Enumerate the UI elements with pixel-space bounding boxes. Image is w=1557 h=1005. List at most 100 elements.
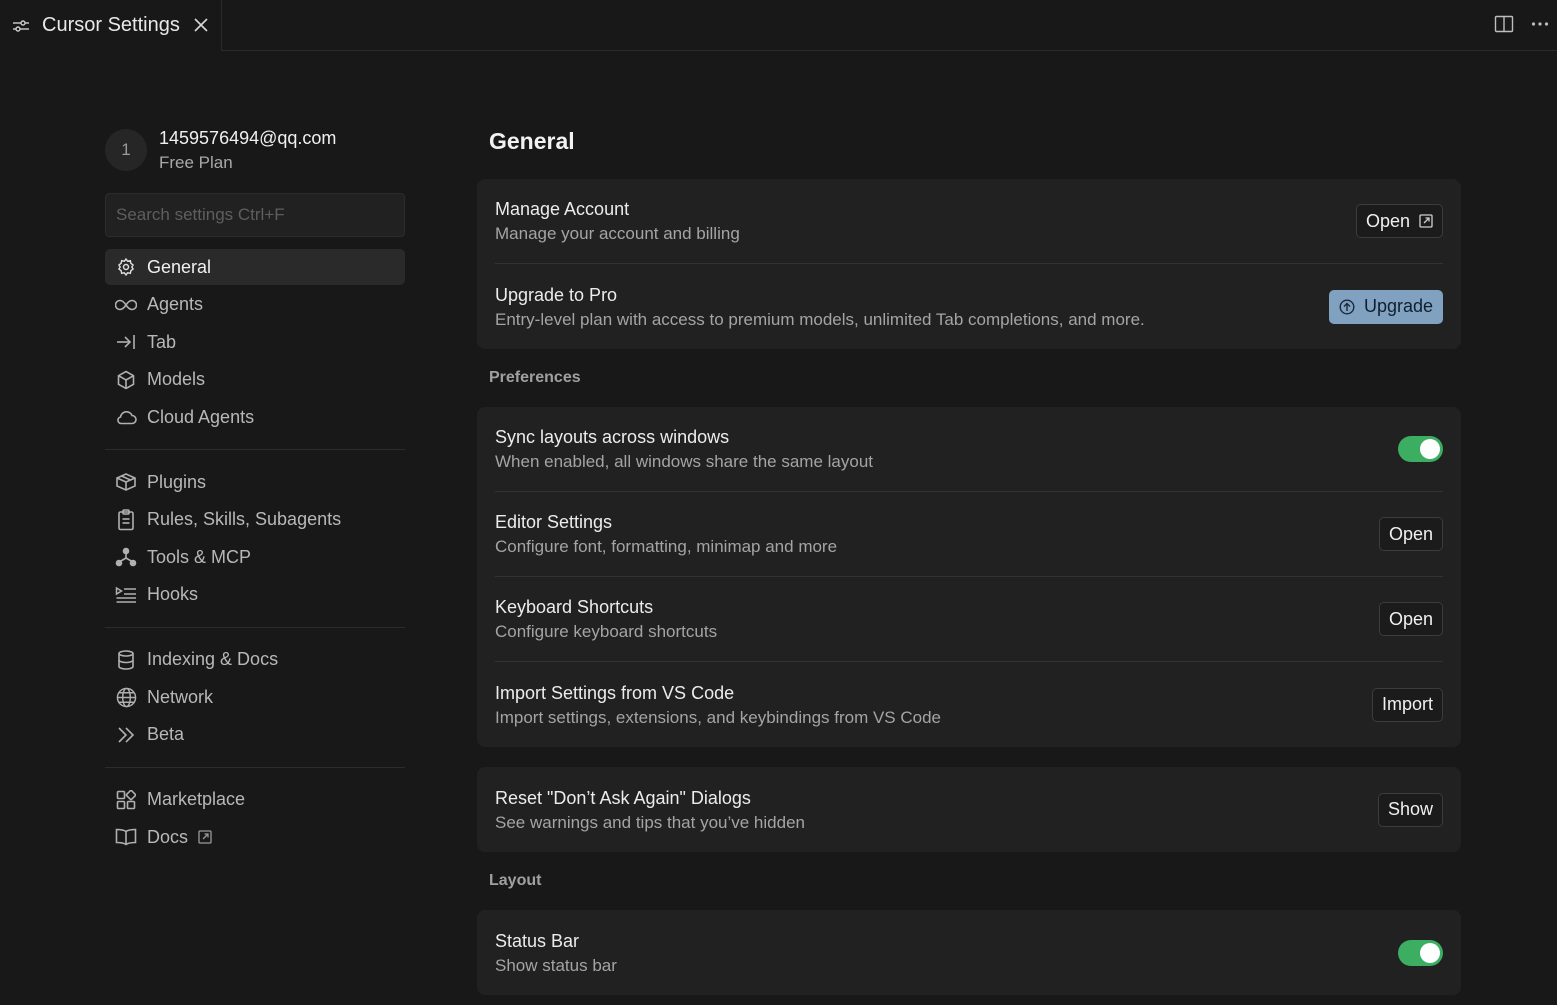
- cube-icon: [115, 369, 137, 391]
- manage-account-open-button[interactable]: Open: [1355, 204, 1443, 238]
- sidebar-item-plugins[interactable]: Plugins: [105, 464, 405, 500]
- arrow-up-circle-icon: [1339, 298, 1355, 315]
- row-title: Status Bar: [495, 930, 580, 951]
- upgrade-row: Upgrade to Pro Entry-level plan with acc…: [495, 264, 1443, 349]
- more-actions-icon[interactable]: [1529, 12, 1551, 36]
- row-description: Manage your account and billing: [495, 224, 740, 243]
- sidebar-item-tab[interactable]: Tab: [105, 324, 405, 360]
- editor-actions: [1493, 12, 1551, 36]
- sidebar-item-label: Plugins: [147, 471, 207, 492]
- sidebar-item-label: Models: [147, 369, 206, 389]
- reset-dialogs-card: Reset "Don’t Ask Again" Dialogs See warn…: [477, 767, 1461, 852]
- preferences-card: Sync layouts across windows When enabled…: [477, 407, 1461, 747]
- sync-layouts-toggle[interactable]: [1398, 436, 1443, 462]
- toggle-knob: [1420, 942, 1440, 963]
- sidebar-item-label: General: [147, 256, 212, 277]
- layout-card: Status Bar Show status bar: [477, 910, 1461, 995]
- row-description: Configure font, formatting, minimap and …: [495, 537, 838, 556]
- button-label: Upgrade: [1363, 296, 1433, 316]
- double-chevron-icon: [115, 724, 137, 746]
- row-description: Show status bar: [495, 955, 617, 975]
- editor-settings-row: Editor Settings Configure font, formatti…: [495, 492, 1443, 577]
- search-input[interactable]: [116, 205, 394, 225]
- section-label-layout: Layout: [489, 872, 542, 889]
- sidebar-item-rules[interactable]: Rules, Skills, Subagents: [105, 502, 405, 538]
- row-title: Keyboard Shortcuts: [495, 597, 654, 617]
- sidebar-item-marketplace[interactable]: Marketplace: [105, 782, 405, 818]
- sync-layouts-row: Sync layouts across windows When enabled…: [495, 407, 1443, 492]
- clipboard-icon: [115, 508, 137, 531]
- sidebar-item-label: Indexing & Docs: [147, 649, 279, 669]
- account-card: Manage Account Manage your account and b…: [477, 179, 1461, 349]
- close-icon[interactable]: [190, 14, 212, 36]
- arrow-to-line-icon: [115, 331, 137, 353]
- search-settings: [105, 193, 405, 237]
- row-title: Sync layouts across windows: [495, 427, 730, 447]
- sidebar-item-beta[interactable]: Beta: [105, 717, 405, 753]
- gear-icon: [115, 256, 137, 278]
- status-bar-toggle[interactable]: [1398, 939, 1443, 966]
- row-title: Upgrade to Pro: [495, 284, 618, 305]
- sidebar-divider: [105, 766, 405, 768]
- sidebar-item-label: Rules, Skills, Subagents: [147, 509, 342, 529]
- sidebar-divider: [105, 449, 405, 450]
- package-icon: [115, 471, 137, 493]
- keyboard-shortcuts-open-button[interactable]: Open: [1378, 602, 1443, 636]
- editor-settings-open-button[interactable]: Open: [1378, 517, 1443, 551]
- sidebar-item-label: Network: [147, 686, 214, 707]
- editor-tab-bar: Cursor Settings: [0, 0, 1557, 52]
- account-info: 1 1459576494@qq.com Free Plan: [105, 120, 405, 180]
- row-description: When enabled, all windows share the same…: [495, 452, 873, 471]
- sidebar-item-label: Tab: [147, 331, 177, 352]
- sidebar-item-label: Agents: [147, 294, 204, 314]
- row-title: Manage Account: [495, 199, 630, 219]
- sidebar-item-hooks[interactable]: Hooks: [105, 577, 405, 613]
- sliders-icon: [12, 17, 30, 35]
- tab-cursor-settings[interactable]: Cursor Settings: [0, 0, 222, 52]
- section-label-preferences: Preferences: [489, 369, 581, 386]
- sidebar-item-label: Hooks: [147, 584, 199, 604]
- cloud-icon: [115, 406, 137, 428]
- network-nodes-icon: [115, 546, 137, 568]
- account-plan: Free Plan: [159, 153, 233, 172]
- import-vscode-button[interactable]: Import: [1371, 687, 1443, 722]
- blocks-icon: [115, 789, 137, 811]
- sidebar-item-agents[interactable]: Agents: [105, 287, 405, 323]
- book-icon: [115, 826, 137, 848]
- sidebar-item-label: Beta: [147, 724, 185, 744]
- row-title: Editor Settings: [495, 512, 613, 532]
- upgrade-button[interactable]: Upgrade: [1328, 289, 1443, 324]
- page-title: General: [489, 128, 575, 154]
- sidebar-item-tools-mcp[interactable]: Tools & MCP: [105, 539, 405, 575]
- import-vscode-row: Import Settings from VS Code Import sett…: [495, 662, 1443, 747]
- sidebar-item-network[interactable]: Network: [105, 679, 405, 715]
- settings-sidebar: 1 1459576494@qq.com Free Plan General Ag…: [105, 120, 405, 857]
- infinity-icon: [115, 294, 137, 316]
- sidebar-item-label: Docs: [147, 826, 189, 847]
- nav-group-extensions: Plugins Rules, Skills, Subagents Tools &…: [105, 464, 405, 613]
- row-title: Reset "Don’t Ask Again" Dialogs: [495, 787, 751, 808]
- account-email: 1459576494@qq.com: [159, 128, 337, 148]
- split-editor-icon[interactable]: [1493, 12, 1515, 36]
- manage-account-row: Manage Account Manage your account and b…: [495, 179, 1443, 264]
- reset-dialogs-row: Reset "Don’t Ask Again" Dialogs See warn…: [495, 767, 1443, 852]
- sidebar-item-models[interactable]: Models: [105, 362, 405, 398]
- sidebar-item-cloud-agents[interactable]: Cloud Agents: [105, 399, 405, 435]
- reset-dialogs-show-button[interactable]: Show: [1377, 792, 1443, 827]
- sidebar-item-indexing-docs[interactable]: Indexing & Docs: [105, 642, 405, 678]
- external-link-icon: [198, 830, 212, 844]
- settings-main: General Manage Account Manage your accou…: [477, 120, 1461, 995]
- sidebar-item-general[interactable]: General: [105, 249, 405, 285]
- sidebar-item-label: Cloud Agents: [147, 406, 255, 427]
- tab-title: Cursor Settings: [42, 14, 180, 36]
- sidebar-item-docs[interactable]: Docs: [105, 819, 405, 855]
- avatar: 1: [105, 129, 147, 171]
- row-description: Entry-level plan with access to premium …: [495, 309, 1145, 329]
- nav-group-data: Indexing & Docs Network Beta: [105, 642, 405, 753]
- nav-group-core: General Agents Tab Models Cloud Agents: [105, 249, 405, 435]
- external-link-icon: [1419, 214, 1433, 228]
- row-description: Configure keyboard shortcuts: [495, 622, 718, 641]
- toggle-knob: [1420, 439, 1440, 459]
- row-title: Import Settings from VS Code: [495, 682, 735, 703]
- database-icon: [115, 649, 137, 671]
